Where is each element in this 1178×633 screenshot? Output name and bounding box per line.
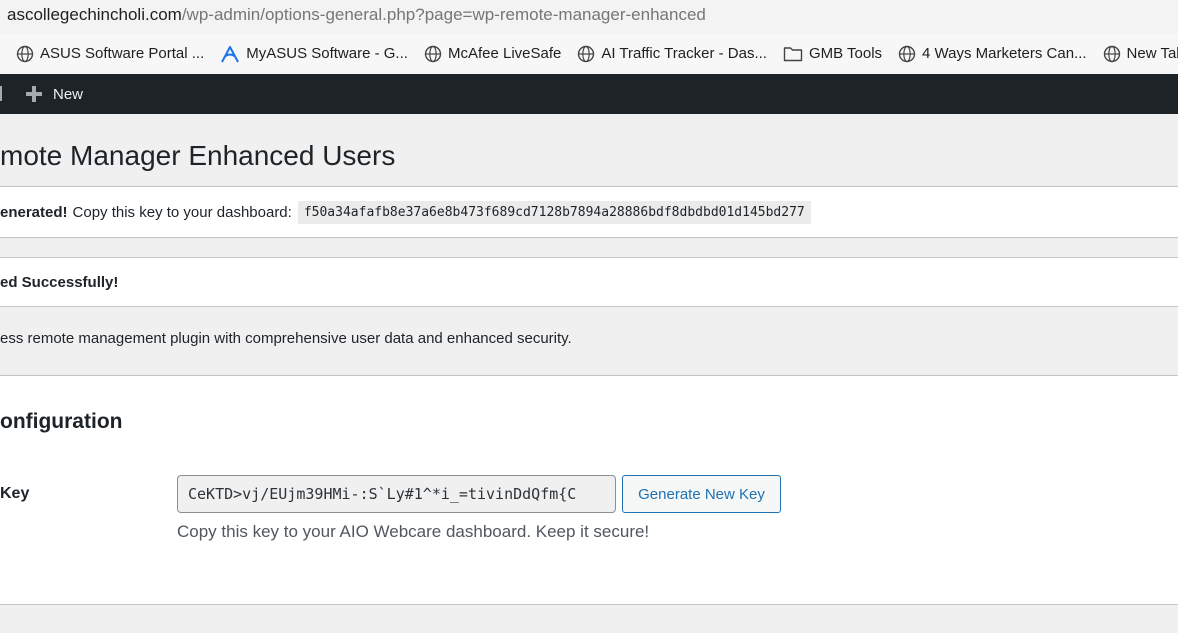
notice-key-text: Copy this key to your dashboard:	[72, 204, 292, 221]
bookmark-label: McAfee LiveSafe	[447, 45, 562, 62]
admin-bar-new-button[interactable]: New	[25, 74, 83, 114]
admin-bar-menu-edge[interactable]	[0, 86, 2, 101]
bookmark-myasus-software[interactable]: MyASUS Software - G...	[220, 45, 408, 63]
plus-icon	[26, 86, 42, 102]
notice-key-line: enerated! Copy this key to your dashboar…	[0, 201, 811, 224]
myasus-icon	[221, 45, 240, 62]
globe-icon	[424, 45, 442, 62]
bookmark-ai-traffic-tracker[interactable]: AI Traffic Tracker - Das...	[577, 45, 767, 63]
url-path: /wp-admin/options-general.php?page=wp-re…	[181, 5, 706, 24]
generated-key-code: f50a34afafb8e37a6e8b473f689cd7128b7894a2…	[297, 201, 811, 224]
bookmark-label: MyASUS Software - G...	[246, 45, 408, 62]
api-key-help-text: Copy this key to your AIO Webcare dashbo…	[177, 522, 650, 541]
configuration-title: onfiguration	[0, 410, 123, 433]
notice-success-text: ed Successfully!	[0, 274, 119, 291]
bookmark-mcafee-livesafe[interactable]: McAfee LiveSafe	[424, 45, 561, 63]
url-host: ascollegechincholi.com	[7, 5, 182, 24]
url-text[interactable]: ascollegechincholi.com/wp-admin/options-…	[7, 5, 706, 25]
globe-icon	[1103, 45, 1120, 62]
bookmark-label: AI Traffic Tracker - Das...	[601, 45, 767, 62]
bookmarks-bar: ASUS Software Portal ... MyASUS Software…	[0, 33, 1178, 75]
plugin-description: ess remote management plugin with compre…	[0, 330, 572, 347]
admin-bar-new-label: New	[53, 85, 84, 103]
folder-icon	[783, 47, 803, 62]
bookmark-folder-gmb-tools[interactable]: GMB Tools	[783, 45, 882, 62]
generate-new-key-button[interactable]: Generate New Key	[622, 475, 781, 513]
bookmark-label: GMB Tools	[808, 45, 883, 62]
api-key-label: Key	[0, 485, 30, 502]
notice-key-generated: enerated! Copy this key to your dashboar…	[0, 186, 1178, 238]
bookmark-label: ASUS Software Portal ...	[40, 45, 205, 62]
notice-key-strong: enerated!	[0, 204, 68, 221]
globe-icon	[578, 45, 595, 62]
bookmark-new-tab[interactable]: New Tab	[1103, 45, 1178, 63]
browser-address-bar[interactable]: ascollegechincholi.com/wp-admin/options-…	[0, 0, 1178, 33]
globe-icon	[16, 45, 34, 62]
page-title: mote Manager Enhanced Users	[0, 140, 396, 171]
bookmark-label: 4 Ways Marketers Can...	[922, 45, 1087, 62]
bookmark-label: New Tab	[1126, 45, 1178, 62]
bookmark-asus-software-portal[interactable]: ASUS Software Portal ...	[16, 45, 204, 63]
configuration-card: onfiguration Key Generate New Key Copy t…	[0, 375, 1178, 605]
wp-admin-bar: New	[0, 74, 1178, 114]
notice-success: ed Successfully!	[0, 257, 1178, 307]
globe-icon	[898, 45, 916, 62]
api-key-input[interactable]	[177, 475, 616, 513]
bookmark-4-ways-marketers[interactable]: 4 Ways Marketers Can...	[898, 45, 1087, 63]
